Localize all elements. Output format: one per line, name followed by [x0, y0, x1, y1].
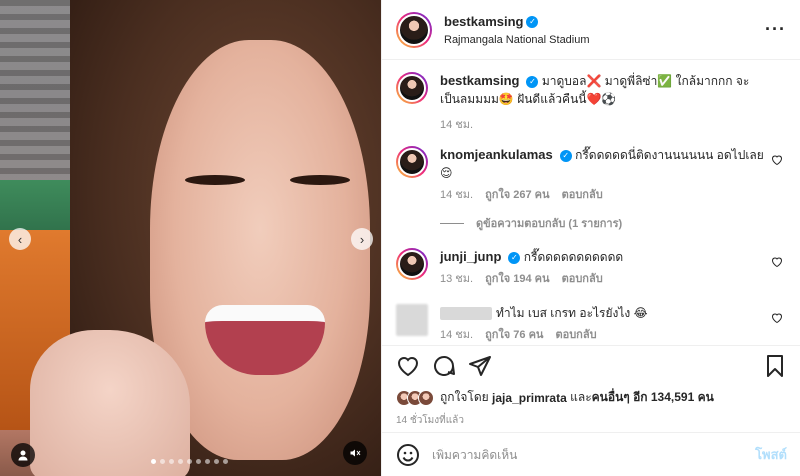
comment-time[interactable]: 13 ชม. — [440, 270, 473, 288]
slide-dot — [214, 459, 219, 464]
liked-by-user[interactable]: jaja_primrata — [492, 391, 567, 405]
mute-button[interactable] — [343, 441, 367, 465]
replies-divider — [440, 222, 464, 224]
comment-text: ทำไม เบส เกรท อะไรยังไง 😂 — [496, 306, 648, 320]
verified-badge-icon: ✓ — [508, 251, 521, 264]
posted-time[interactable]: 14 ชั่วโมงที่แล้ว — [396, 413, 787, 428]
comment-likes[interactable]: ถูกใจ 76 คน — [485, 326, 543, 344]
likes-prefix: ถูกใจโดย — [440, 390, 489, 404]
heart-icon — [771, 155, 783, 166]
comment-like-button[interactable] — [771, 256, 783, 271]
comment-username-redacted[interactable] — [440, 307, 492, 321]
slide-dot — [178, 459, 183, 464]
next-slide-button[interactable]: › — [351, 228, 373, 250]
reply-button[interactable]: ตอบกลับ — [562, 186, 603, 204]
bookmark-icon[interactable] — [763, 354, 787, 378]
verified-badge-icon: ✓ — [526, 75, 539, 88]
comment-likes[interactable]: ถูกใจ 194 คน — [485, 270, 549, 288]
heart-icon — [771, 313, 783, 324]
comment-username[interactable]: junji_junp — [440, 249, 501, 264]
slide-dot — [223, 459, 228, 464]
post-details-panel: bestkamsing ✓ Rajmangala National Stadium… — [381, 0, 800, 476]
post-actions: ถูกใจโดย jaja_primrata และ คนอื่นๆ อีก 13… — [382, 345, 800, 428]
slide-dot — [160, 459, 165, 464]
reply-button[interactable]: ตอบกลับ — [555, 326, 596, 344]
liked-by-avatars — [396, 389, 434, 406]
comment-username[interactable]: knomjeankulamas — [440, 147, 553, 162]
author-avatar[interactable] — [396, 11, 432, 48]
commenter-avatar[interactable] — [396, 248, 428, 280]
more-options-button[interactable]: ··· — [765, 19, 786, 40]
post-header: bestkamsing ✓ Rajmangala National Stadium… — [382, 0, 800, 60]
commenter-avatar-redacted[interactable] — [396, 304, 428, 336]
add-comment-bar: โพสต์ — [382, 432, 800, 476]
photo-subject-eye-left — [185, 175, 245, 185]
likes-count[interactable]: คนอื่นๆ อีก 134,591 คน — [592, 388, 714, 407]
post-location[interactable]: Rajmangala National Stadium — [444, 34, 765, 46]
comment-time[interactable]: 14 ชม. — [440, 326, 473, 344]
verified-badge-icon: ✓ — [526, 15, 539, 28]
comment-item: ทำไม เบส เกรท อะไรยังไง 😂 14 ชม. ถูกใจ 7… — [396, 304, 787, 344]
author-username[interactable]: bestkamsing — [444, 14, 523, 29]
comment-like-button[interactable] — [771, 154, 783, 169]
slide-dot — [187, 459, 192, 464]
comment-icon[interactable] — [432, 354, 456, 378]
caption-username[interactable]: bestkamsing — [440, 73, 519, 88]
slide-dot — [151, 459, 156, 464]
comment-text: กรี๊ดดดดดดดดดดด — [523, 250, 624, 264]
post-media[interactable]: ‹ › — [0, 0, 381, 476]
slide-dot — [196, 459, 201, 464]
photo-subject-eye-right — [290, 175, 350, 185]
verified-badge-icon: ✓ — [559, 149, 572, 162]
caption-time[interactable]: 14 ชม. — [440, 116, 473, 134]
post-caption: bestkamsing ✓ มาดูบอล❌ มาดูพี่ลิซ่า✅ ใกล้… — [396, 72, 787, 134]
post-comment-button[interactable]: โพสต์ — [755, 444, 787, 465]
comment-likes[interactable]: ถูกใจ 267 คน — [485, 186, 549, 204]
comment-input[interactable] — [432, 447, 756, 462]
chevron-left-icon: ‹ — [17, 231, 23, 247]
slide-indicator — [151, 459, 228, 464]
author-avatar[interactable] — [396, 72, 428, 104]
view-replies-label: ดูข้อความตอบกลับ (1 รายการ) — [476, 218, 623, 230]
tagged-users-button[interactable] — [11, 443, 35, 467]
previous-slide-button[interactable]: ‹ — [9, 228, 31, 250]
comment-item: junji_junp ✓ กรี๊ดดดดดดดดดดด 13 ชม. ถูกใจ… — [396, 248, 787, 288]
commenter-avatar[interactable] — [396, 146, 428, 178]
comment-item: knomjeankulamas ✓ กรี๊ดดดดดนี่ติดงานนนนนน… — [396, 146, 787, 204]
share-icon[interactable] — [468, 354, 492, 378]
view-replies-button[interactable]: ดูข้อความตอบกลับ (1 รายการ) — [440, 214, 787, 232]
likes-middle: และ — [570, 390, 592, 404]
heart-icon[interactable] — [396, 354, 420, 378]
likes-summary[interactable]: ถูกใจโดย jaja_primrata และ คนอื่นๆ อีก 13… — [396, 388, 787, 407]
heart-icon — [771, 257, 783, 268]
comment-time[interactable]: 14 ชม. — [440, 186, 473, 204]
slide-dot — [205, 459, 210, 464]
slide-dot — [169, 459, 174, 464]
photo-subject-hand — [30, 330, 190, 476]
emoji-icon[interactable] — [396, 443, 420, 467]
comments-list[interactable]: bestkamsing ✓ มาดูบอล❌ มาดูพี่ลิซ่า✅ ใกล้… — [382, 60, 800, 345]
comment-like-button[interactable] — [771, 312, 783, 327]
tag-user-icon — [18, 450, 28, 461]
reply-button[interactable]: ตอบกลับ — [562, 270, 603, 288]
chevron-right-icon: › — [359, 231, 365, 247]
more-horizontal-icon: ··· — [765, 19, 786, 39]
mute-icon — [350, 449, 361, 457]
